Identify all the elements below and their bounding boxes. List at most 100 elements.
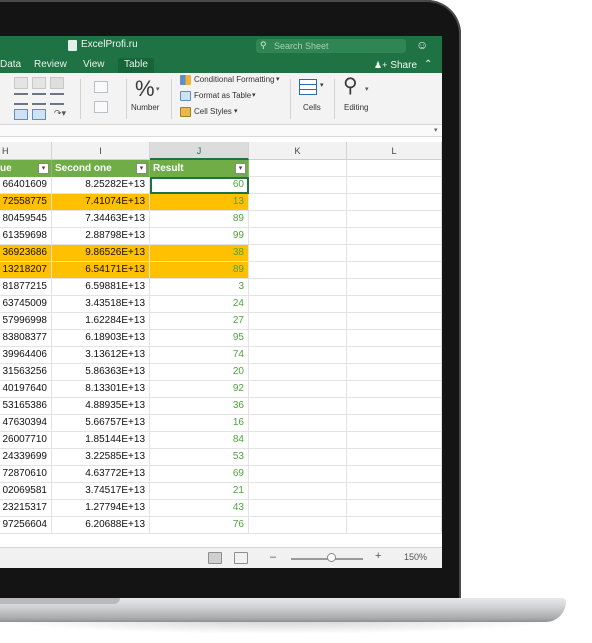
empty-cell[interactable] [347, 398, 442, 415]
search-input[interactable] [274, 40, 399, 52]
cell-value[interactable]: 97256604 [0, 517, 52, 534]
cell-second-one[interactable]: 5.86363E+13 [52, 364, 150, 381]
empty-cell[interactable] [347, 296, 442, 313]
cell-value[interactable]: 47630394 [0, 415, 52, 432]
cell-second-one[interactable]: 1.27794E+13 [52, 500, 150, 517]
empty-cell[interactable] [249, 347, 347, 364]
chevron-down-icon[interactable]: ▾ [320, 81, 324, 89]
cell-value[interactable]: 53165386 [0, 398, 52, 415]
merge-cells-icon[interactable] [94, 101, 108, 113]
cell-second-one[interactable]: 3.22585E+13 [52, 449, 150, 466]
tab-data[interactable]: Data [0, 58, 27, 73]
cell-second-one[interactable]: 4.88935E+13 [52, 398, 150, 415]
zoom-level[interactable]: 150% [404, 552, 427, 562]
cell-result[interactable]: 74 [150, 347, 249, 364]
align-center-button[interactable] [32, 93, 46, 105]
column-header-k[interactable]: K [249, 142, 347, 160]
column-header-h[interactable]: H [0, 142, 52, 160]
empty-cell[interactable] [347, 517, 442, 534]
align-bottom-button[interactable] [50, 77, 64, 89]
cell-second-one[interactable]: 6.20688E+13 [52, 517, 150, 534]
empty-cell[interactable] [347, 160, 442, 177]
column-header-l[interactable]: L [347, 142, 442, 160]
zoom-out-button[interactable]: – [270, 551, 276, 563]
empty-cell[interactable] [347, 449, 442, 466]
cell-result[interactable]: 60 [150, 177, 249, 194]
search-box[interactable]: ⚲ [256, 39, 406, 53]
cell-value[interactable]: 02069581 [0, 483, 52, 500]
cell-value[interactable]: 26007710 [0, 432, 52, 449]
orientation-icon[interactable]: ↷▾ [54, 108, 66, 119]
cell-second-one[interactable]: 8.13301E+13 [52, 381, 150, 398]
percent-icon[interactable]: % [135, 77, 155, 101]
cell-second-one[interactable]: 7.34463E+13 [52, 211, 150, 228]
empty-cell[interactable] [249, 211, 347, 228]
cell-second-one[interactable]: 1.62284E+13 [52, 313, 150, 330]
cell-result[interactable]: 13 [150, 194, 249, 211]
cell-value[interactable]: 83808377 [0, 330, 52, 347]
empty-cell[interactable] [347, 262, 442, 279]
empty-cell[interactable] [249, 330, 347, 347]
chevron-down-icon[interactable]: ▾ [252, 91, 256, 99]
cell-value[interactable]: 36923686 [0, 245, 52, 262]
conditional-formatting-button[interactable]: Conditional Formatting [194, 75, 274, 84]
chevron-down-icon[interactable]: ▾ [234, 107, 238, 115]
cell-value[interactable]: 63745009 [0, 296, 52, 313]
empty-cell[interactable] [249, 262, 347, 279]
cell-result[interactable]: 24 [150, 296, 249, 313]
chevron-down-icon[interactable]: ▾ [434, 126, 438, 134]
normal-view-button[interactable] [208, 552, 222, 564]
empty-cell[interactable] [249, 415, 347, 432]
cell-value[interactable]: 40197640 [0, 381, 52, 398]
number-group-label[interactable]: Number [131, 103, 159, 112]
chevron-down-icon[interactable]: ▾ [365, 85, 369, 93]
cell-second-one[interactable]: 6.59881E+13 [52, 279, 150, 296]
cell-second-one[interactable]: 9.86526E+13 [52, 245, 150, 262]
empty-cell[interactable] [249, 160, 347, 177]
align-left-button[interactable] [14, 93, 28, 105]
empty-cell[interactable] [347, 381, 442, 398]
cell-value[interactable]: 72558775 [0, 194, 52, 211]
filter-dropdown-icon[interactable]: ▾ [38, 163, 49, 174]
empty-cell[interactable] [347, 415, 442, 432]
tab-review[interactable]: Review [28, 58, 73, 73]
cell-result[interactable]: 92 [150, 381, 249, 398]
empty-cell[interactable] [249, 245, 347, 262]
cell-value[interactable]: 23215317 [0, 500, 52, 517]
cell-result[interactable]: 3 [150, 279, 249, 296]
cell-value[interactable]: 61359698 [0, 228, 52, 245]
cell-second-one[interactable]: 5.66757E+13 [52, 415, 150, 432]
cell-result[interactable]: 43 [150, 500, 249, 517]
cell-value[interactable]: 13218207 [0, 262, 52, 279]
zoom-in-button[interactable]: + [375, 550, 381, 562]
table-header-result[interactable]: Result ▾ [150, 160, 249, 177]
page-layout-view-button[interactable] [234, 552, 248, 564]
empty-cell[interactable] [249, 432, 347, 449]
cells-icon[interactable] [299, 79, 317, 95]
share-button[interactable]: ♟+ Share [374, 58, 417, 73]
empty-cell[interactable] [249, 296, 347, 313]
cell-result[interactable]: 27 [150, 313, 249, 330]
empty-cell[interactable] [347, 347, 442, 364]
cell-value[interactable]: 81877215 [0, 279, 52, 296]
cell-result[interactable]: 76 [150, 517, 249, 534]
tab-view[interactable]: View [77, 58, 111, 73]
table-header-second-one[interactable]: Second one ▾ [52, 160, 150, 177]
empty-cell[interactable] [249, 228, 347, 245]
align-top-button[interactable] [14, 77, 28, 89]
cell-second-one[interactable]: 1.85144E+13 [52, 432, 150, 449]
cell-result[interactable]: 69 [150, 466, 249, 483]
cell-result[interactable]: 95 [150, 330, 249, 347]
empty-cell[interactable] [249, 381, 347, 398]
cell-value[interactable]: 72870610 [0, 466, 52, 483]
cell-result[interactable]: 20 [150, 364, 249, 381]
cell-second-one[interactable]: 8.25282E+13 [52, 177, 150, 194]
empty-cell[interactable] [347, 364, 442, 381]
collapse-ribbon-chevron-icon[interactable]: ⌃ [424, 58, 432, 72]
format-as-table-button[interactable]: Format as Table [194, 91, 251, 100]
empty-cell[interactable] [249, 517, 347, 534]
table-header-value[interactable]: ue ▾ [0, 160, 52, 177]
indent-increase-icon[interactable] [32, 109, 46, 120]
formula-bar[interactable]: ▾ [0, 125, 442, 137]
empty-cell[interactable] [347, 500, 442, 517]
